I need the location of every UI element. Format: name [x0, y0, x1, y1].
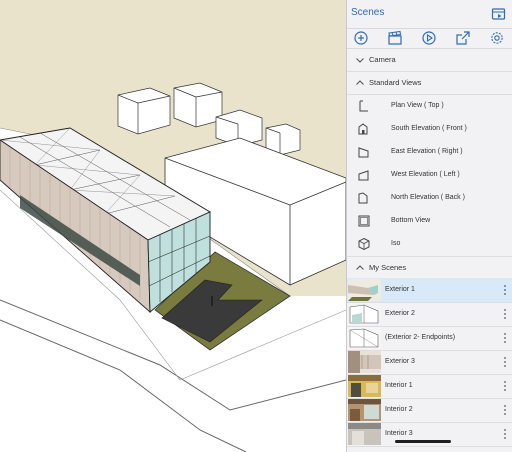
scene-row-interior-3[interactable]: Interior 3 — [347, 422, 512, 447]
scene-row-interior-2[interactable]: Interior 2 — [347, 398, 512, 423]
scene-row-exterior-1[interactable]: Exterior 1 — [347, 278, 512, 303]
chevron-down-icon — [356, 58, 364, 63]
east-elevation-icon — [358, 147, 369, 158]
plan-view-icon — [359, 100, 368, 112]
scene-row-exterior-3[interactable]: Exterior 3 — [347, 350, 512, 375]
north-elevation-icon — [358, 192, 368, 204]
more-options-icon[interactable] — [503, 404, 507, 416]
play-icon[interactable] — [421, 30, 437, 46]
standard-view-plan[interactable]: Plan View ( Top ) — [347, 95, 512, 118]
standard-views-section-header[interactable]: Standard Views — [347, 72, 512, 95]
standard-views-label: Standard Views — [369, 78, 422, 87]
standard-view-label: Bottom View — [391, 217, 431, 224]
standard-view-label: Plan View ( Top ) — [391, 102, 444, 109]
scene-label: Exterior 1 — [385, 286, 415, 293]
scene-clapper-icon[interactable] — [387, 30, 403, 46]
my-scenes-section-header[interactable]: My Scenes — [347, 256, 512, 280]
more-options-icon[interactable] — [503, 308, 507, 320]
scene-thumbnail — [348, 351, 381, 373]
camera-label: Camera — [369, 55, 396, 64]
chevron-up-icon — [356, 80, 364, 85]
standard-view-label: Iso — [391, 240, 401, 247]
scene-thumbnail — [348, 375, 381, 397]
standard-view-bottom[interactable]: Bottom View — [347, 210, 512, 233]
more-options-icon[interactable] — [503, 380, 507, 392]
chevron-up-icon — [356, 265, 364, 270]
scene-row-exterior-2[interactable]: Exterior 2 — [347, 302, 512, 327]
south-elevation-icon — [358, 123, 368, 135]
bottom-view-icon — [358, 215, 370, 227]
standard-view-label: South Elevation ( Front ) — [391, 125, 467, 132]
scene-label: Exterior 2 — [385, 310, 415, 317]
scene-row-exterior-2-endpoints[interactable]: (Exterior 2- Endpoints) — [347, 326, 512, 351]
camera-section-header[interactable]: Camera — [347, 49, 512, 72]
scene-thumbnail — [348, 423, 381, 445]
west-elevation-icon — [358, 170, 369, 181]
scene-label: (Exterior 2- Endpoints) — [385, 334, 456, 341]
settings-icon[interactable] — [489, 30, 505, 46]
my-scenes-label: My Scenes — [369, 263, 407, 272]
scene-label: Interior 3 — [385, 430, 413, 437]
more-options-icon[interactable] — [503, 284, 507, 296]
scene-label: Interior 2 — [385, 406, 413, 413]
add-scene-icon[interactable] — [353, 30, 369, 46]
standard-view-south[interactable]: South Elevation ( Front ) — [347, 118, 512, 141]
collapse-panel-icon[interactable] — [491, 6, 507, 22]
scene-row-interior-1[interactable]: Interior 1 — [347, 374, 512, 399]
more-options-icon[interactable] — [503, 356, 507, 368]
home-indicator — [395, 440, 451, 443]
panel-header: Scenes — [347, 0, 512, 29]
panel-title: Scenes — [351, 7, 385, 18]
standard-view-label: West Elevation ( Left ) — [391, 171, 460, 178]
scene-label: Exterior 3 — [385, 358, 415, 365]
standard-view-label: North Elevation ( Back ) — [391, 194, 465, 201]
standard-view-west[interactable]: West Elevation ( Left ) — [347, 164, 512, 187]
scene-thumbnail — [348, 327, 381, 349]
standard-view-iso[interactable]: Iso — [347, 233, 512, 256]
standard-view-east[interactable]: East Elevation ( Right ) — [347, 141, 512, 164]
more-options-icon[interactable] — [503, 428, 507, 440]
scene-thumbnail — [348, 399, 381, 421]
export-icon[interactable] — [455, 30, 471, 46]
scene-thumbnail — [348, 303, 381, 325]
standard-view-north[interactable]: North Elevation ( Back ) — [347, 187, 512, 210]
scene-thumbnail — [348, 279, 381, 301]
more-options-icon[interactable] — [503, 332, 507, 344]
scenes-panel: Scenes Camera Standard Views Plan View (… — [346, 0, 512, 452]
standard-view-label: East Elevation ( Right ) — [391, 148, 463, 155]
scenes-toolbar — [347, 28, 512, 49]
iso-view-icon — [358, 237, 370, 251]
scene-label: Interior 1 — [385, 382, 413, 389]
